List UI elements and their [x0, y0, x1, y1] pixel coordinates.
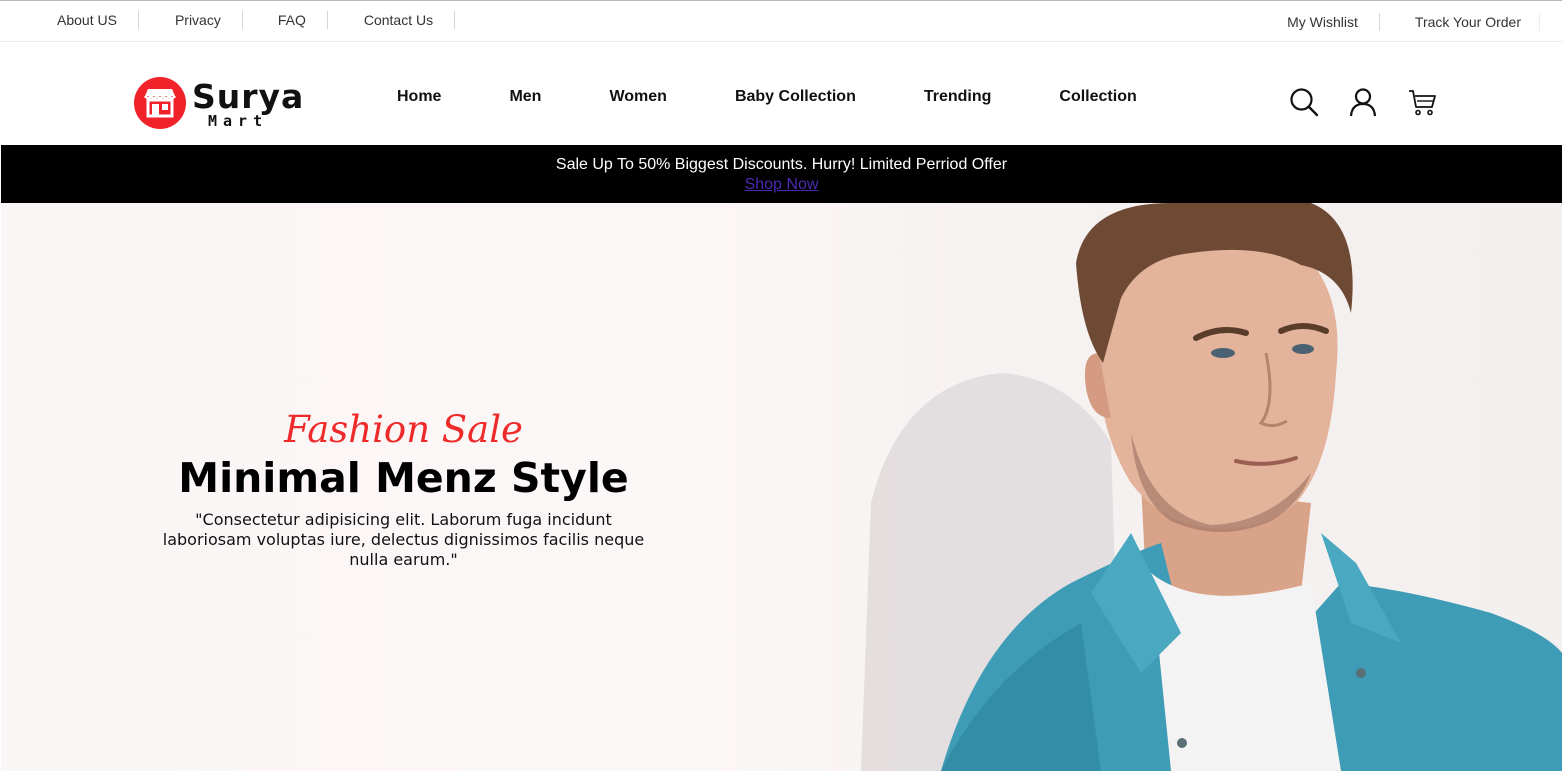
search-icon[interactable]	[1289, 87, 1319, 117]
site-logo[interactable]: Surya Mart	[134, 77, 324, 133]
utility-links: About US Privacy FAQ Contact Us	[36, 11, 456, 29]
nav-men[interactable]: Men	[509, 88, 541, 106]
nav-women[interactable]: Women	[609, 88, 666, 106]
track-order-link[interactable]: Track Your Order	[1380, 13, 1540, 31]
hero-banner: Fashion Sale Minimal Menz Style "Consect…	[1, 203, 1562, 771]
header-actions	[1289, 87, 1466, 117]
hero-headline: Minimal Menz Style	[178, 454, 629, 502]
my-wishlist-link[interactable]: My Wishlist	[1287, 13, 1380, 31]
site-header: Surya Mart Home Men Women Baby Collectio…	[0, 42, 1562, 145]
user-icon[interactable]	[1348, 87, 1378, 117]
nav-home[interactable]: Home	[397, 88, 441, 106]
promo-message: Sale Up To 50% Biggest Discounts. Hurry!…	[555, 156, 1008, 173]
hero-blurb: "Consectetur adipisicing elit. Laborum f…	[162, 510, 645, 569]
storefront-icon	[134, 77, 186, 129]
logo-subtitle: Mart	[208, 112, 269, 130]
contact-us-link[interactable]: Contact Us	[328, 11, 456, 29]
account-links: My Wishlist Track Your Order	[1287, 13, 1540, 31]
hero-kicker: Fashion Sale	[284, 408, 523, 451]
nav-baby-collection[interactable]: Baby Collection	[735, 88, 856, 106]
hero-model-image	[861, 203, 1562, 771]
hero-copy: Fashion Sale Minimal Menz Style "Consect…	[141, 408, 666, 570]
nav-trending[interactable]: Trending	[924, 88, 992, 106]
logo-wordmark: Surya	[192, 77, 305, 116]
privacy-link[interactable]: Privacy	[139, 11, 243, 29]
main-nav: Home Men Women Baby Collection Trending …	[397, 88, 1205, 106]
faq-link[interactable]: FAQ	[243, 11, 328, 29]
top-utility-bar: About US Privacy FAQ Contact Us My Wishl…	[0, 0, 1562, 42]
promo-banner: Sale Up To 50% Biggest Discounts. Hurry!…	[1, 145, 1562, 203]
nav-collection[interactable]: Collection	[1059, 88, 1136, 106]
about-us-link[interactable]: About US	[36, 11, 139, 29]
cart-icon[interactable]	[1407, 87, 1437, 117]
shop-now-link[interactable]: Shop Now	[745, 176, 819, 194]
